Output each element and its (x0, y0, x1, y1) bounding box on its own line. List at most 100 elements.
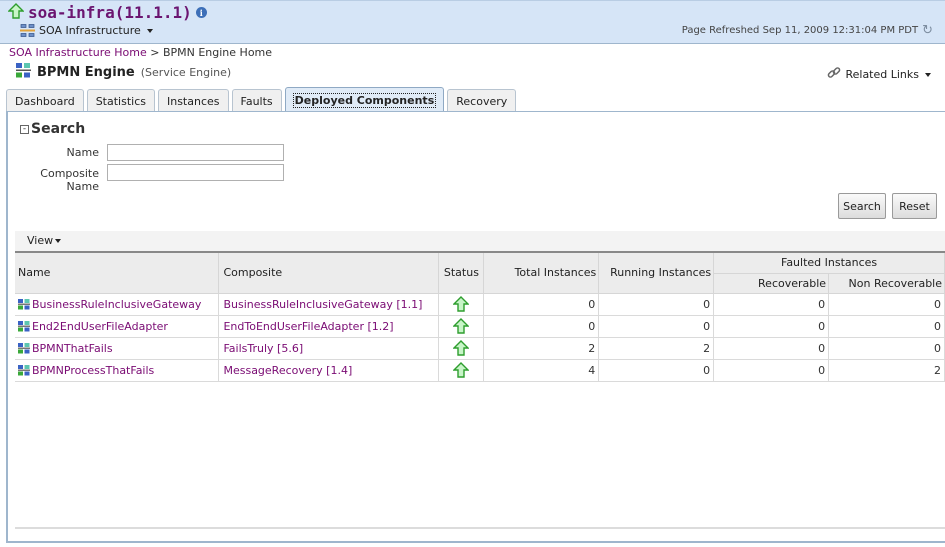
refresh-icon[interactable]: ↻ (922, 23, 933, 38)
composite-link[interactable]: FailsTruly [5.6] (223, 342, 303, 355)
status-up-icon (7, 3, 25, 22)
bpmn-engine-icon (16, 63, 31, 81)
refresh-text: Page Refreshed Sep 11, 2009 12:31:04 PM … (681, 25, 919, 36)
column-header-running-instances[interactable]: Running Instances (598, 253, 715, 294)
component-name-link[interactable]: BPMNProcessThatFails (32, 364, 154, 377)
column-header-status[interactable]: Status (438, 253, 485, 294)
running-instances-cell: 0 (598, 293, 715, 316)
column-header-faulted-instances: Faulted Instances (713, 253, 945, 274)
composite-cell: BusinessRuleInclusiveGateway [1.1] (218, 293, 440, 316)
table-row[interactable]: BusinessRuleInclusiveGateway BusinessRul… (15, 293, 945, 316)
breadcrumb-link-soa-home[interactable]: SOA Infrastructure Home (9, 46, 147, 59)
recoverable-cell: 0 (713, 359, 830, 382)
tab-bar: Dashboard Statistics Instances Faults De… (6, 87, 517, 112)
bpmn-component-icon (18, 298, 30, 310)
name-cell: End2EndUserFileAdapter (15, 315, 220, 338)
column-header-non-recoverable[interactable]: Non Recoverable (828, 273, 945, 294)
table-row[interactable]: End2EndUserFileAdapter EndToEndUserFileA… (15, 315, 945, 338)
status-up-icon (452, 296, 471, 312)
tab-label: Faults (240, 94, 273, 108)
name-cell: BPMNThatFails (15, 337, 220, 360)
non-recoverable-cell: 0 (828, 337, 945, 360)
running-instances-cell: 2 (598, 337, 715, 360)
target-name: soa-infra(11.1.1) (28, 3, 192, 22)
recoverable-cell: 0 (713, 315, 830, 338)
non-recoverable-cell: 0 (828, 315, 945, 338)
status-up-icon (452, 340, 471, 356)
tab-instances[interactable]: Instances (157, 89, 229, 112)
view-menu[interactable]: View (27, 234, 62, 247)
status-cell (438, 315, 485, 338)
tab-label: Dashboard (15, 94, 75, 108)
collapse-icon[interactable]: - (20, 124, 29, 134)
related-links-label: Related Links (845, 68, 919, 81)
composite-cell: EndToEndUserFileAdapter [1.2] (218, 315, 440, 338)
tab-deployed-components[interactable]: Deployed Components (284, 87, 445, 112)
name-cell: BusinessRuleInclusiveGateway (15, 293, 220, 316)
component-name-link[interactable]: End2EndUserFileAdapter (32, 320, 168, 333)
component-name-link[interactable]: BusinessRuleInclusiveGateway (32, 298, 201, 311)
tab-label: Deployed Components (292, 92, 437, 108)
tab-recovery[interactable]: Recovery (447, 89, 517, 112)
total-instances-cell: 0 (483, 315, 600, 338)
link-icon (827, 66, 841, 83)
target-title: soa-infra(11.1.1) i (7, 3, 207, 22)
status-cell (438, 337, 485, 360)
search-title: Search (31, 121, 86, 137)
non-recoverable-cell: 2 (828, 359, 945, 382)
component-name-link[interactable]: BPMNThatFails (32, 342, 113, 355)
chevron-down-icon (55, 238, 62, 243)
tab-dashboard[interactable]: Dashboard (6, 89, 84, 112)
table-row[interactable]: BPMNProcessThatFails MessageRecovery [1.… (15, 359, 945, 382)
tab-label: Instances (166, 94, 220, 108)
composite-link[interactable]: EndToEndUserFileAdapter [1.2] (223, 320, 393, 333)
status-up-icon (452, 318, 471, 334)
status-cell (438, 359, 485, 382)
composite-link[interactable]: BusinessRuleInclusiveGateway [1.1] (223, 298, 422, 311)
soa-infrastructure-icon (20, 24, 35, 37)
bpmn-component-icon (18, 342, 30, 354)
name-cell: BPMNProcessThatFails (15, 359, 220, 382)
table-row[interactable]: BPMNThatFails FailsTruly [5.6] 2 2 0 0 (15, 337, 945, 360)
deployed-components-table: Name Composite Status Total Instances Ru… (15, 253, 945, 382)
recoverable-cell: 0 (713, 337, 830, 360)
table-footer-divider (15, 527, 945, 529)
composite-cell: MessageRecovery [1.4] (218, 359, 440, 382)
column-header-recoverable[interactable]: Recoverable (713, 273, 830, 294)
non-recoverable-cell: 0 (828, 293, 945, 316)
composite-name-label: Composite Name (40, 167, 99, 193)
chevron-down-icon (146, 28, 153, 33)
page-refresh: Page Refreshed Sep 11, 2009 12:31:04 PM … (682, 23, 933, 38)
composite-cell: FailsTruly [5.6] (218, 337, 440, 360)
column-header-name[interactable]: Name (15, 253, 220, 294)
page-title-text: BPMN Engine (37, 64, 135, 80)
search-button[interactable]: Search (838, 193, 886, 219)
bpmn-component-icon (18, 320, 30, 332)
tab-statistics[interactable]: Statistics (86, 89, 155, 112)
view-menu-label: View (27, 234, 54, 247)
status-cell (438, 293, 485, 316)
tab-faults[interactable]: Faults (231, 89, 282, 112)
target-menu-label: SOA Infrastructure (39, 24, 141, 37)
total-instances-cell: 0 (483, 293, 600, 316)
table-toolbar: View (15, 231, 945, 253)
reset-button[interactable]: Reset (892, 193, 937, 219)
column-header-composite[interactable]: Composite (218, 253, 440, 294)
breadcrumb-current: BPMN Engine Home (162, 46, 273, 59)
breadcrumb-separator: > (150, 46, 160, 59)
related-links-menu[interactable]: Related Links (827, 66, 931, 83)
composite-name-input[interactable] (107, 164, 284, 181)
tab-label: Statistics (95, 94, 146, 108)
name-input[interactable] (107, 144, 284, 161)
running-instances-cell: 0 (598, 315, 715, 338)
tab-label: Recovery (456, 94, 508, 108)
page-title: BPMN Engine (Service Engine) (16, 63, 231, 81)
composite-link[interactable]: MessageRecovery [1.4] (223, 364, 352, 377)
search-section-header[interactable]: - Search (20, 121, 85, 137)
info-icon[interactable]: i (195, 7, 207, 18)
target-header: soa-infra(11.1.1) i SOA Infrastructure P… (0, 0, 945, 44)
target-menu[interactable]: SOA Infrastructure (20, 24, 153, 37)
total-instances-cell: 4 (483, 359, 600, 382)
column-header-total-instances[interactable]: Total Instances (483, 253, 600, 294)
page-subtitle: (Service Engine) (140, 65, 232, 79)
